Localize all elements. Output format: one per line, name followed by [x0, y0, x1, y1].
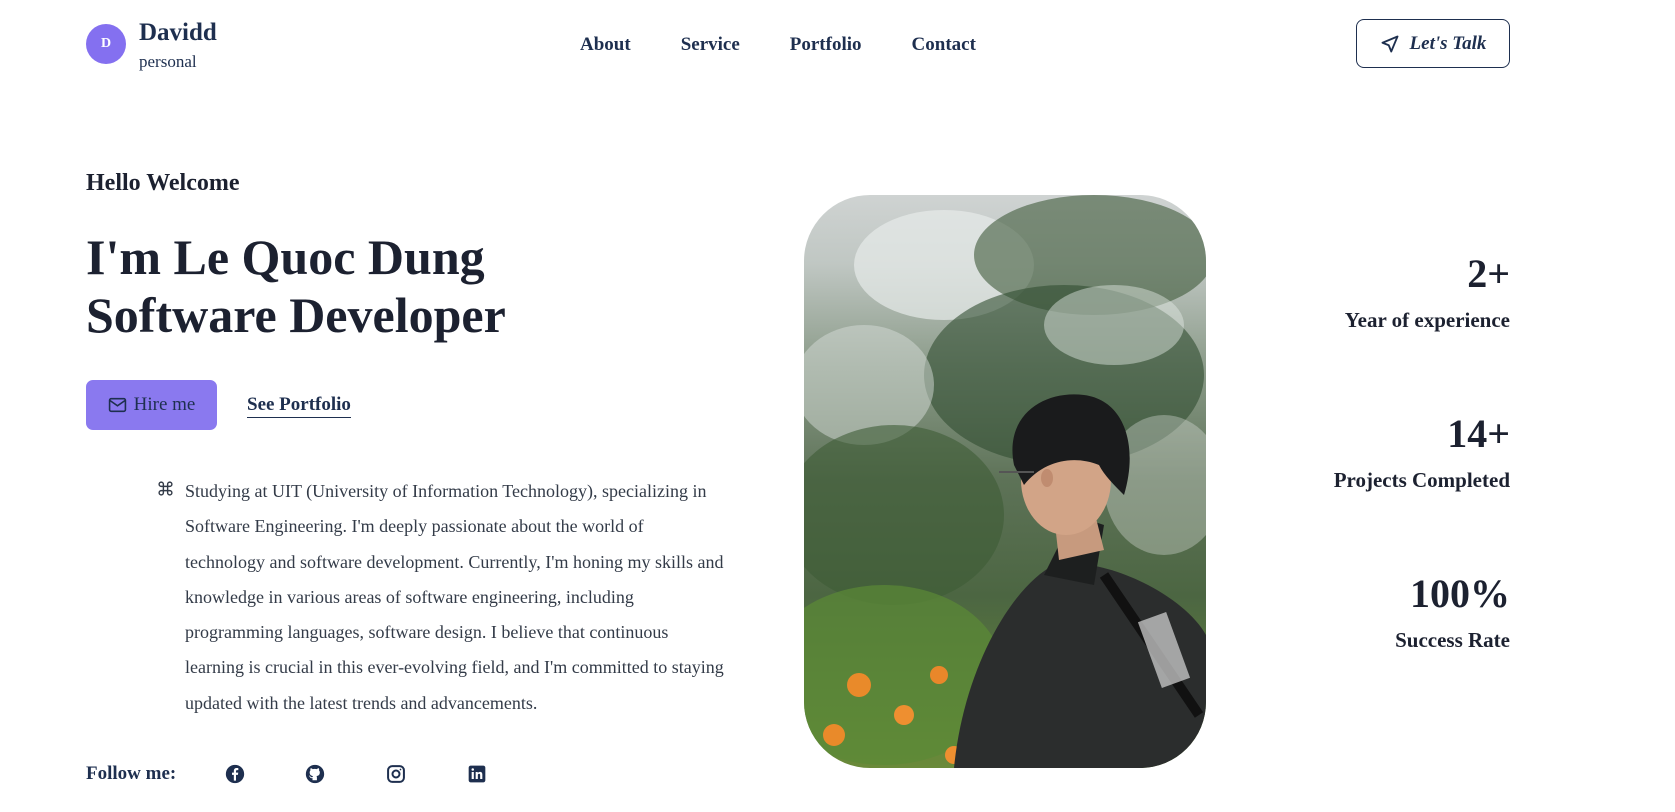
profile-photo: [804, 195, 1206, 768]
facebook-icon[interactable]: [225, 764, 245, 784]
instagram-icon[interactable]: [386, 764, 406, 784]
follow-label: Follow me:: [86, 763, 177, 784]
stat-projects-value: 14+: [1447, 411, 1510, 456]
nav-portfolio[interactable]: Portfolio: [790, 34, 862, 56]
hire-me-label: Hire me: [133, 394, 196, 415]
command-icon: [158, 481, 173, 496]
title-line-2: Software Developer: [86, 287, 506, 343]
linkedin-icon[interactable]: [467, 764, 487, 784]
github-icon[interactable]: [305, 764, 325, 784]
lets-talk-label: Let's Talk: [1409, 32, 1487, 54]
logo-avatar: D: [86, 24, 126, 64]
logo-name: Davidd: [139, 19, 217, 46]
logo[interactable]: D Davidd personal: [86, 19, 217, 72]
bio-text: Studying at UIT (University of Informati…: [185, 481, 724, 713]
mail-icon: [108, 397, 126, 413]
stat-success-label: Success Rate: [1395, 628, 1510, 652]
greeting: Hello Welcome: [86, 170, 240, 196]
main-nav: About Service Portfolio Contact: [580, 34, 1026, 56]
see-portfolio-link[interactable]: See Portfolio: [247, 394, 351, 418]
nav-service[interactable]: Service: [681, 34, 740, 56]
logo-subtitle: personal: [139, 52, 197, 71]
stat-experience-value: 2+: [1467, 251, 1510, 296]
lets-talk-button[interactable]: Let's Talk: [1356, 19, 1510, 68]
page-title: I'm Le Quoc Dung Software Developer: [86, 228, 506, 344]
send-icon: [1381, 35, 1398, 52]
hire-me-button[interactable]: Hire me: [86, 380, 217, 430]
stat-projects-label: Projects Completed: [1333, 468, 1510, 492]
stat-success-value: 100%: [1410, 571, 1510, 616]
nav-about[interactable]: About: [580, 34, 631, 56]
stat-experience-label: Year of experience: [1344, 308, 1510, 332]
title-line-1: I'm Le Quoc Dung: [86, 229, 485, 285]
nav-contact[interactable]: Contact: [912, 34, 976, 56]
